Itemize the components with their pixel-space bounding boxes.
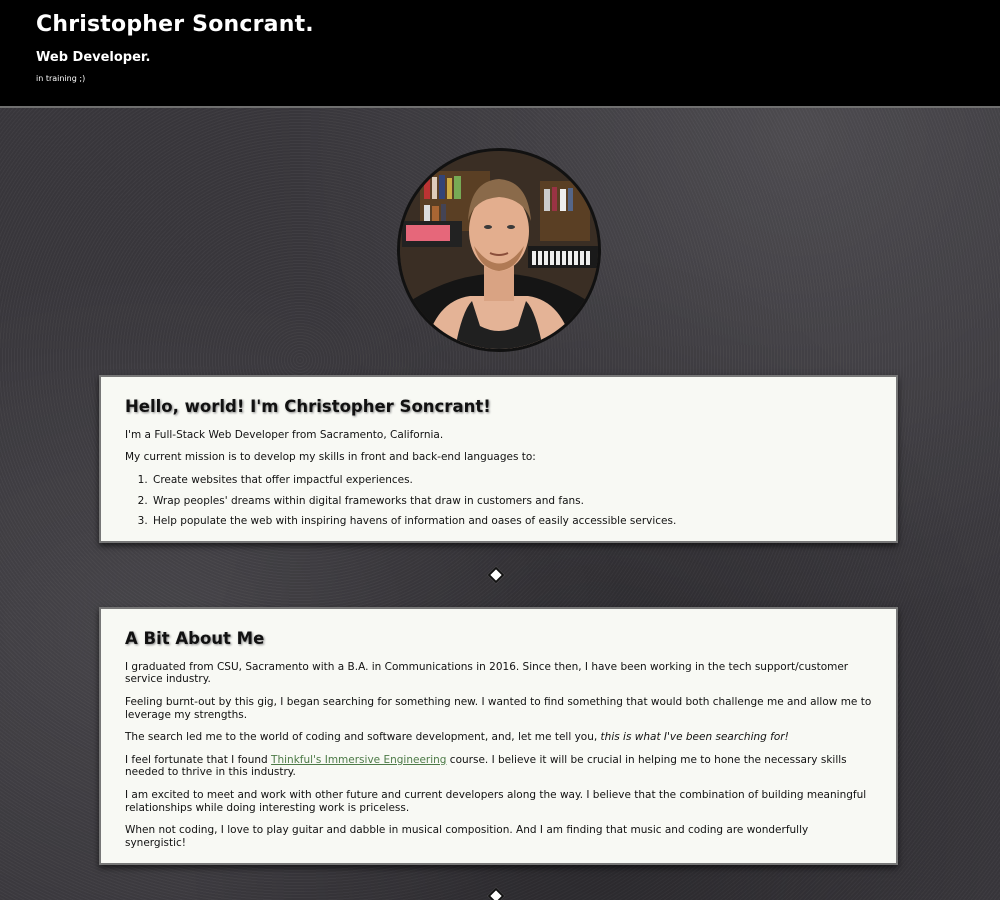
site-title: Christopher Soncrant.: [36, 12, 314, 37]
about-paragraph: Feeling burnt-out by this gig, I began s…: [125, 695, 872, 721]
about-emphasis: this is what I've been searching for!: [600, 731, 789, 744]
goals-list: Create websites that offer impactful exp…: [151, 474, 872, 528]
divider-diamond-icon: [487, 566, 505, 584]
about-paragraph: I am excited to meet and work with other…: [125, 788, 867, 814]
about-text: I feel fortunate that I found: [125, 753, 272, 766]
thinkful-link[interactable]: Thinkful's Immersive Engineering: [271, 754, 446, 766]
list-item: Help populate the web with inspiring hav…: [151, 515, 872, 528]
site-subtitle: Web Developer.: [36, 50, 151, 65]
about-text: The search led me to the world of coding…: [125, 731, 601, 744]
profile-photo: [397, 148, 601, 352]
site-tagline: in training ;): [36, 74, 86, 83]
about-paragraph: I graduated from CSU, Sacramento with a …: [125, 660, 849, 686]
divider-diamond-icon: [487, 887, 505, 900]
mission-text: My current mission is to develop my skil…: [125, 451, 536, 464]
hello-heading: Hello, world! I'm Christopher Soncrant!: [125, 397, 491, 416]
about-paragraph: When not coding, I love to play guitar a…: [125, 824, 809, 849]
intro-text: I'm a Full-Stack Web Developer from Sacr…: [125, 428, 444, 441]
about-paragraph: I feel fortunate that I found Thinkful's…: [125, 754, 872, 779]
site-header: Christopher Soncrant. Web Developer. in …: [0, 0, 1000, 108]
hello-card: Hello, world! I'm Christopher Soncrant! …: [99, 375, 898, 543]
list-item: Create websites that offer impactful exp…: [151, 474, 872, 487]
list-item: Wrap peoples' dreams within digital fram…: [151, 495, 872, 508]
about-heading: A Bit About Me: [125, 629, 265, 648]
about-card: A Bit About Me I graduated from CSU, Sac…: [99, 607, 898, 865]
about-paragraph: The search led me to the world of coding…: [125, 731, 872, 744]
